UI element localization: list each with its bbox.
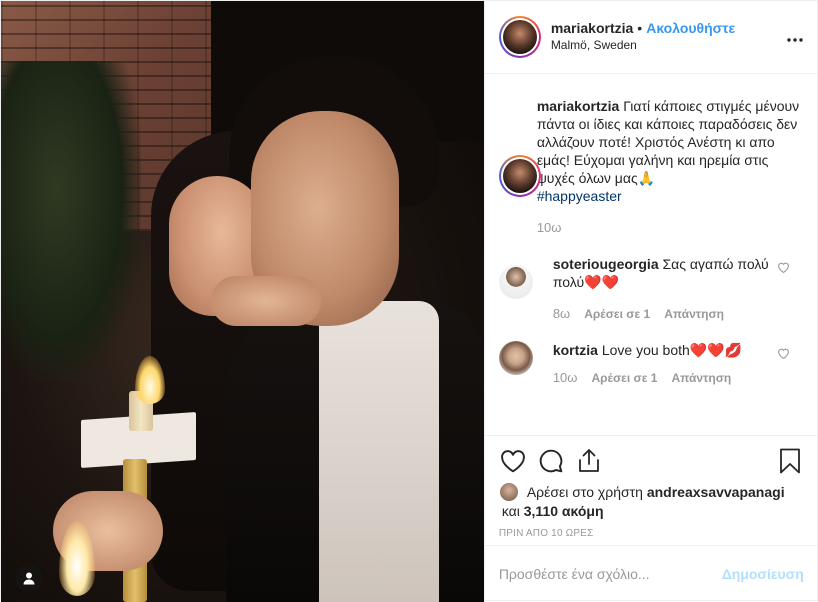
- comment-username[interactable]: soteriougeorgia: [553, 256, 659, 272]
- post-photo[interactable]: [1, 1, 484, 602]
- post-header: mariakortzia • Ακολουθήστε Malmö, Sweden: [484, 1, 817, 74]
- person-icon: [23, 572, 35, 585]
- post-timestamp[interactable]: ΠΡΙΝ ΑΠΟ 10 ΩΡΕΣ: [499, 528, 804, 539]
- liker-username[interactable]: andreaxsavvapanagi: [647, 484, 785, 500]
- commenter-avatar[interactable]: [498, 265, 533, 299]
- comment-text: Love you both❤️❤️💋: [601, 342, 743, 358]
- comment-likes[interactable]: Αρέσει σε 1: [591, 369, 657, 387]
- instagram-post: mariakortzia • Ακολουθήστε Malmö, Sweden…: [0, 0, 818, 602]
- comment-input[interactable]: [498, 566, 722, 582]
- separator-dot: •: [637, 20, 643, 36]
- like-comment-heart-icon[interactable]: [777, 261, 790, 276]
- comment-bubble-icon[interactable]: [537, 447, 565, 475]
- author-username[interactable]: mariakortzia: [551, 20, 633, 37]
- liker-avatar[interactable]: [498, 482, 519, 502]
- more-options-icon[interactable]: [787, 31, 803, 42]
- caption-username[interactable]: mariakortzia: [537, 98, 619, 114]
- commenter-avatar[interactable]: [498, 341, 533, 375]
- reply-button[interactable]: Απάντηση: [664, 305, 724, 323]
- comment-time[interactable]: 10ω: [553, 369, 578, 387]
- post-sidebar: mariakortzia • Ακολουθήστε Malmö, Sweden…: [483, 1, 818, 602]
- likes-connector: και: [501, 503, 520, 519]
- add-comment-bar: Δημοσίευση: [484, 545, 818, 602]
- bookmark-icon[interactable]: [776, 447, 804, 475]
- comment-time[interactable]: 8ω: [553, 305, 570, 323]
- comment-item: soteriougeorgia Σας αγαπώ πολύ πολύ❤️❤️ …: [498, 255, 802, 323]
- caption: mariakortzia Γιατί κάποιες στιγμές μένου…: [498, 97, 802, 237]
- action-bar: Αρέσει στο χρήστη andreaxsavvapanagi και…: [484, 435, 818, 539]
- comment-likes[interactable]: Αρέσει σε 1: [584, 305, 650, 323]
- user-tags-button[interactable]: [15, 564, 43, 592]
- hand: [211, 276, 321, 326]
- likes-prefix: Αρέσει στο χρήστη: [526, 484, 643, 500]
- share-icon[interactable]: [575, 447, 603, 475]
- likes-count[interactable]: 3,110 ακόμη: [524, 503, 604, 519]
- comment-username[interactable]: kortzia: [553, 342, 598, 358]
- hashtag-link[interactable]: #happyeaster: [537, 188, 622, 204]
- comments-section[interactable]: mariakortzia Γιατί κάποιες στιγμές μένου…: [485, 75, 818, 435]
- caption-avatar[interactable]: [498, 155, 541, 197]
- author-avatar[interactable]: [498, 16, 541, 58]
- caption-time[interactable]: 10ω: [537, 219, 562, 237]
- post-comment-button[interactable]: Δημοσίευση: [722, 566, 804, 582]
- location-link[interactable]: Malmö, Sweden: [551, 37, 735, 54]
- man-shirt: [319, 301, 439, 602]
- foliage: [1, 61, 141, 381]
- comment-item: kortzia Love you both❤️❤️💋 10ω Αρέσει σε…: [498, 341, 802, 387]
- reply-button[interactable]: Απάντηση: [671, 369, 731, 387]
- like-comment-heart-icon[interactable]: [777, 347, 790, 362]
- follow-button[interactable]: Ακολουθήστε: [646, 20, 735, 37]
- likes-summary: Αρέσει στο χρήστη andreaxsavvapanagi: [498, 482, 804, 502]
- like-heart-icon[interactable]: [499, 447, 527, 475]
